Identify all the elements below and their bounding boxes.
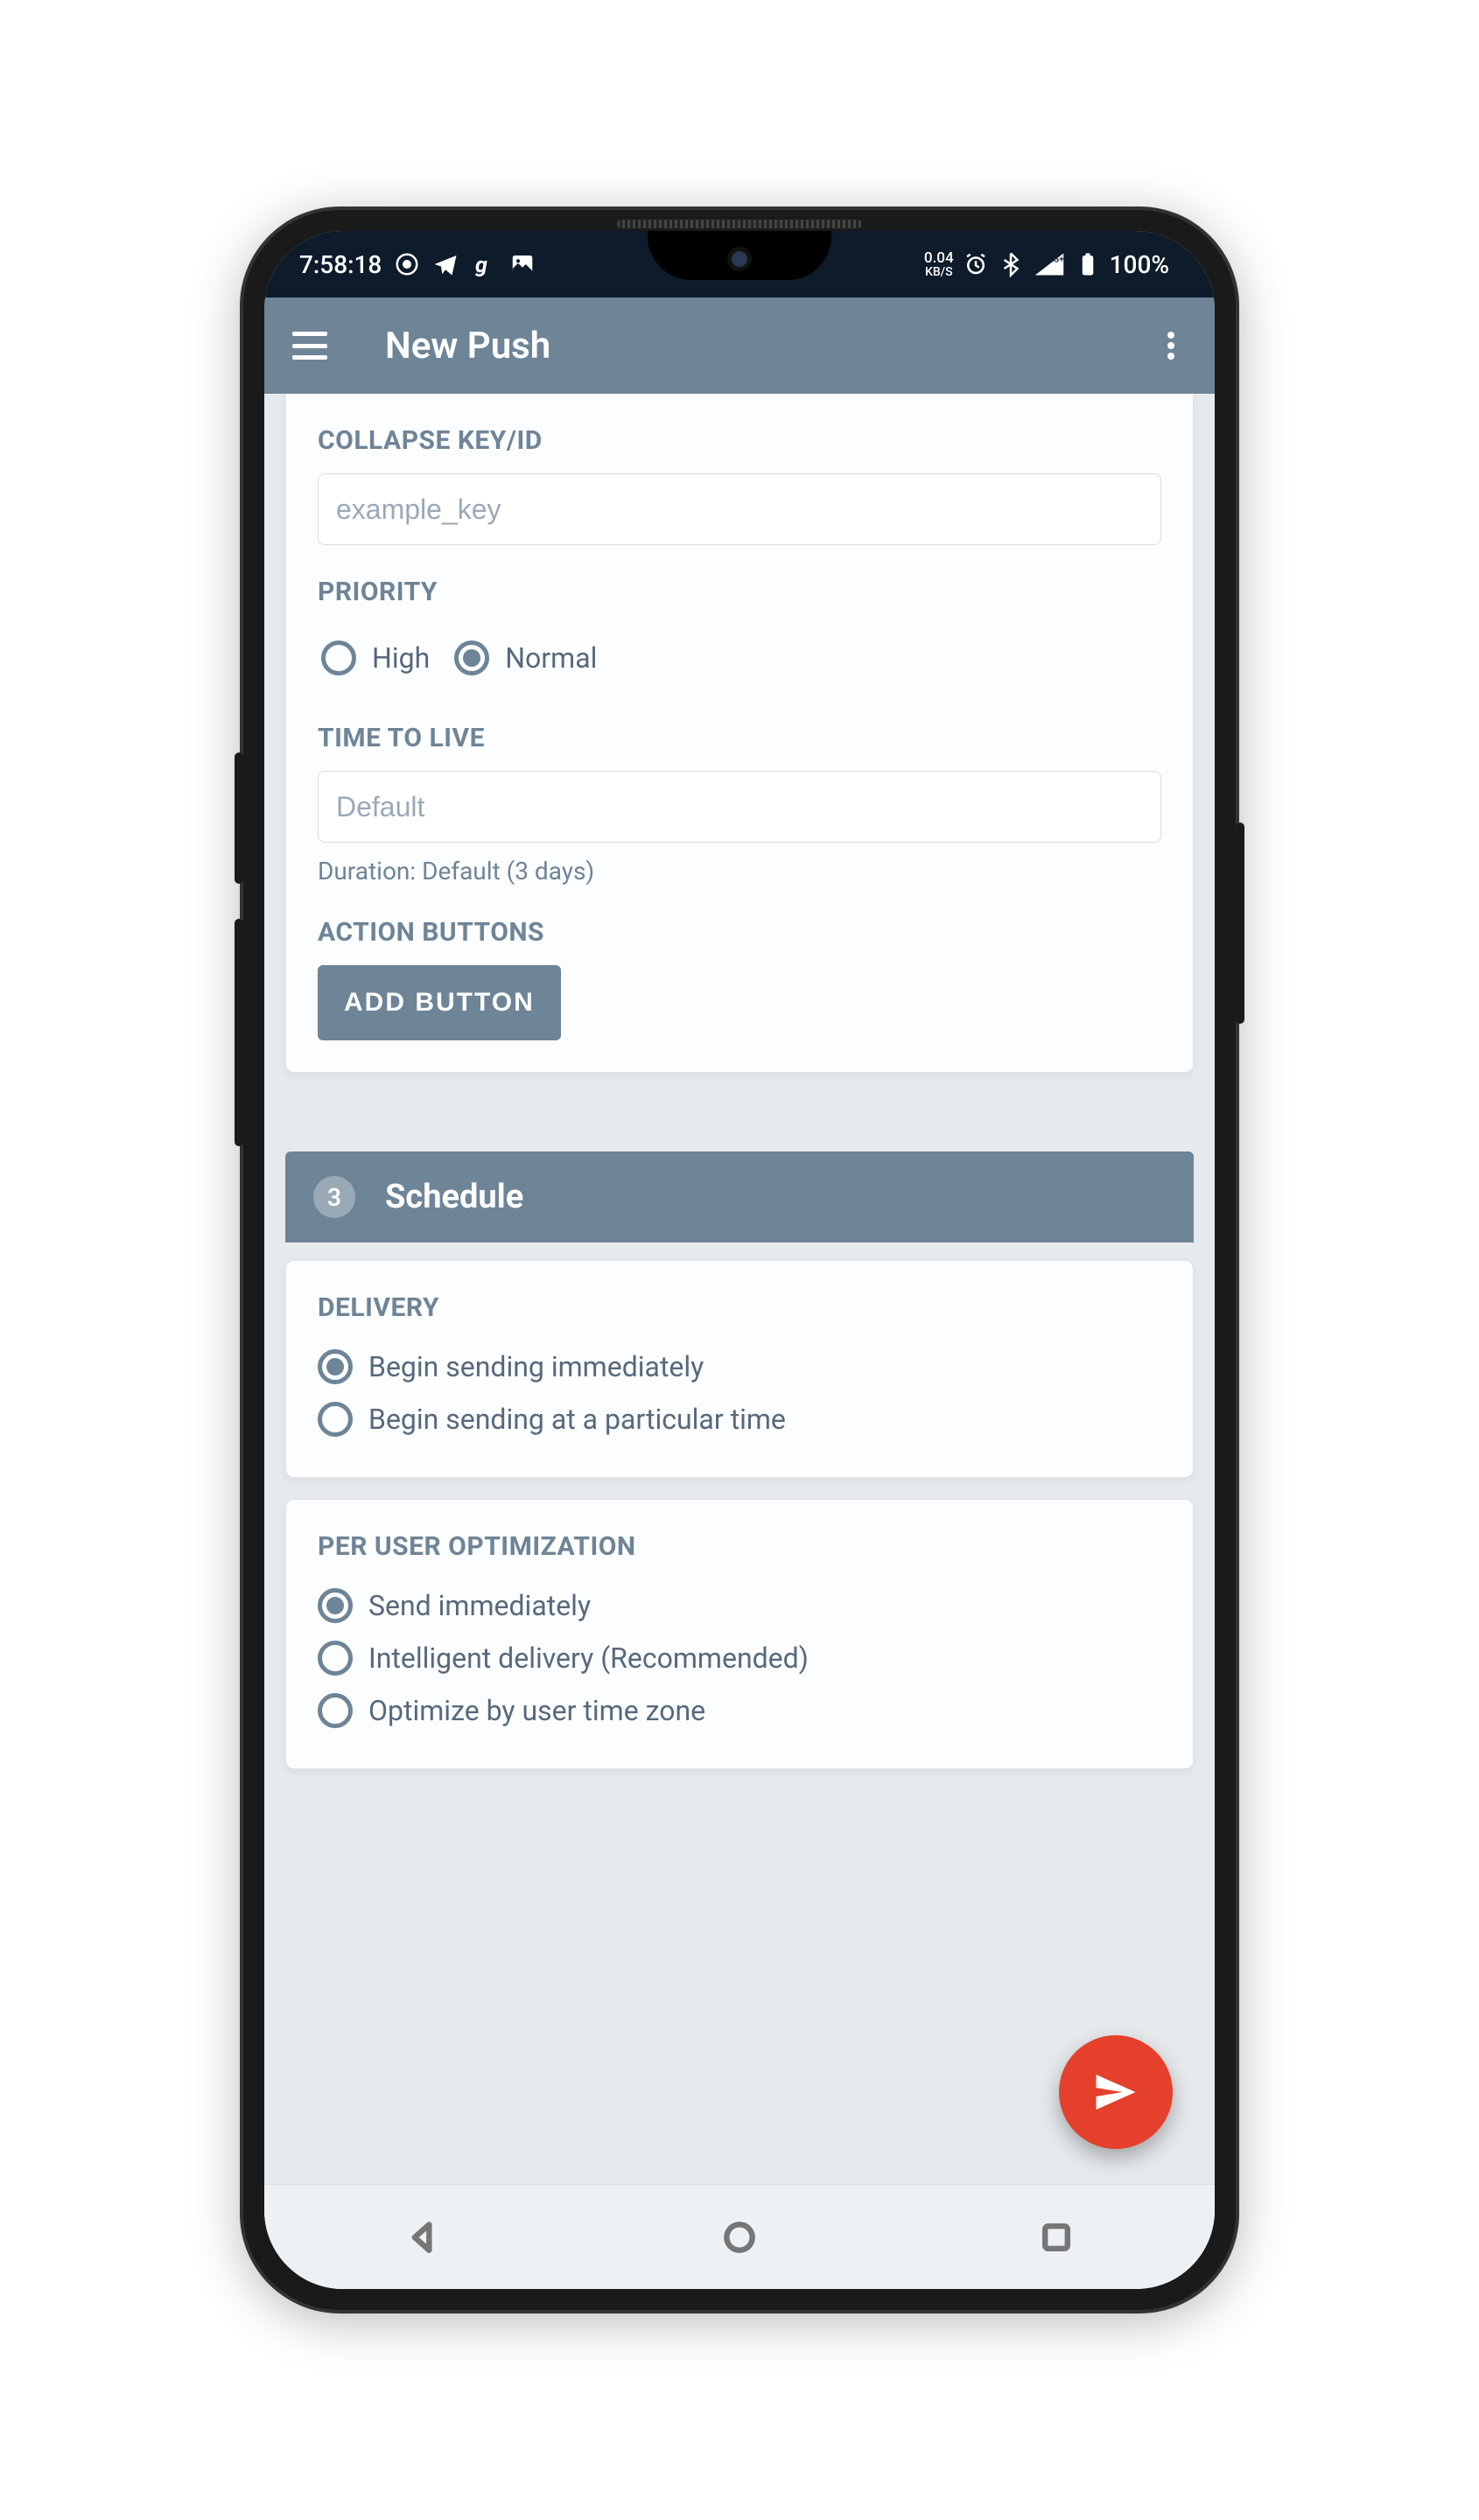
battery-percent: 100%: [1110, 250, 1169, 279]
screen: 7:58:18 g 0.04 KB/S 4G+ 100% New P: [264, 231, 1215, 2289]
overflow-menu-icon[interactable]: [1153, 328, 1188, 363]
app-icon: g: [471, 251, 497, 277]
priority-high-label: High: [372, 641, 430, 675]
radio-icon: [318, 1641, 353, 1676]
ttl-helper: Duration: Default (3 days): [318, 857, 1161, 886]
signal-label: 4G+: [1048, 256, 1063, 265]
battery-icon: [1075, 251, 1101, 277]
page-title: New Push: [385, 325, 1153, 368]
radio-icon: [318, 1402, 353, 1437]
action-buttons-label: ACTION BUTTONS: [318, 917, 1161, 948]
radio-icon: [321, 640, 356, 676]
status-time: 7:58:18: [299, 250, 382, 279]
options-card: COLLAPSE KEY/ID PRIORITY High Normal TIM…: [285, 394, 1194, 1073]
network-speed: 0.04 KB/S: [924, 251, 954, 278]
radio-icon: [318, 1693, 353, 1728]
delivery-label: DELIVERY: [318, 1292, 1161, 1323]
per-user-label: PER USER OPTIMIZATION: [318, 1531, 1161, 1562]
per-user-timezone-radio[interactable]: Optimize by user time zone: [318, 1684, 1161, 1737]
delivery-later-radio[interactable]: Begin sending at a particular time: [318, 1393, 1161, 1446]
add-button[interactable]: ADD BUTTON: [318, 965, 561, 1040]
priority-normal-label: Normal: [505, 641, 597, 675]
radio-icon: [454, 640, 489, 676]
system-navbar: [264, 2184, 1215, 2289]
radio-icon: [318, 1588, 353, 1623]
priority-high-radio[interactable]: High: [321, 632, 430, 684]
phone-frame: 7:58:18 g 0.04 KB/S 4G+ 100% New P: [243, 210, 1236, 2310]
per-user-card: PER USER OPTIMIZATION Send immediately I…: [285, 1499, 1194, 1769]
recent-button[interactable]: [1030, 2211, 1083, 2264]
telegram-icon: [432, 251, 459, 277]
power-button: [1236, 822, 1244, 1024]
net-speed-unit: KB/S: [925, 266, 953, 278]
delivery-immediate-radio[interactable]: Begin sending immediately: [318, 1340, 1161, 1393]
home-button[interactable]: [713, 2211, 766, 2264]
schedule-title: Schedule: [385, 1178, 523, 1216]
priority-label: PRIORITY: [318, 577, 1161, 607]
bluetooth-icon: [998, 251, 1024, 277]
priority-normal-radio[interactable]: Normal: [454, 632, 597, 684]
net-speed-value: 0.04: [924, 251, 954, 266]
per-user-immediate-radio[interactable]: Send immediately: [318, 1579, 1161, 1632]
step-number-badge: 3: [313, 1176, 355, 1218]
per-user-immediate-label: Send immediately: [368, 1589, 591, 1622]
delivery-immediate-label: Begin sending immediately: [368, 1350, 704, 1383]
content-scroll[interactable]: COLLAPSE KEY/ID PRIORITY High Normal TIM…: [264, 394, 1215, 2289]
record-icon: [394, 251, 420, 277]
send-fab[interactable]: [1059, 2035, 1173, 2149]
ttl-input[interactable]: [318, 771, 1161, 843]
per-user-timezone-label: Optimize by user time zone: [368, 1694, 705, 1727]
svg-text:g: g: [474, 253, 487, 277]
signal-icon: 4G+: [1033, 251, 1066, 277]
image-icon: [509, 251, 536, 277]
collapse-key-label: COLLAPSE KEY/ID: [318, 425, 1161, 456]
delivery-card: DELIVERY Begin sending immediately Begin…: [285, 1260, 1194, 1478]
menu-icon[interactable]: [291, 326, 329, 365]
notch: [648, 231, 831, 280]
alarm-icon: [963, 251, 989, 277]
phone-speaker: [617, 220, 862, 228]
collapse-key-input[interactable]: [318, 473, 1161, 545]
volume-button: [235, 919, 243, 1146]
schedule-step-header[interactable]: 3 Schedule: [285, 1152, 1194, 1242]
side-button: [235, 752, 243, 884]
delivery-later-label: Begin sending at a particular time: [368, 1403, 786, 1436]
back-button[interactable]: [396, 2211, 449, 2264]
send-icon: [1090, 2066, 1142, 2118]
per-user-intelligent-label: Intelligent delivery (Recommended): [368, 1642, 809, 1675]
appbar: New Push: [264, 298, 1215, 394]
ttl-label: TIME TO LIVE: [318, 723, 1161, 753]
per-user-intelligent-radio[interactable]: Intelligent delivery (Recommended): [318, 1632, 1161, 1684]
radio-icon: [318, 1349, 353, 1384]
